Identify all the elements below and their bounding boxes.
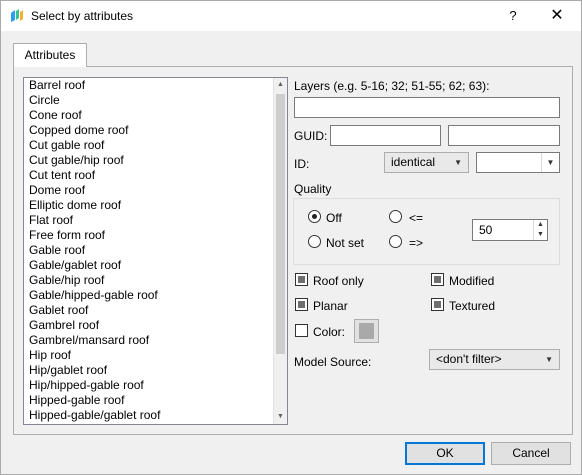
list-item[interactable]: Dome roof xyxy=(24,183,274,198)
layers-input[interactable] xyxy=(294,97,560,118)
radio-not-set[interactable] xyxy=(308,235,321,248)
roof-only-label: Roof only xyxy=(313,274,364,288)
color-swatch xyxy=(359,323,374,339)
list-item[interactable]: Hipped-gable roof xyxy=(24,393,274,408)
quality-value: 50 xyxy=(479,223,493,237)
textured-label: Textured xyxy=(449,299,496,313)
roof-only-checkbox[interactable] xyxy=(295,273,308,286)
chevron-down-icon[interactable]: ▼ xyxy=(541,153,559,172)
list-item[interactable]: Free form roof xyxy=(24,228,274,243)
list-item[interactable]: Gable/gablet roof xyxy=(24,258,274,273)
color-checkbox[interactable] xyxy=(295,324,308,337)
model-source-label: Model Source: xyxy=(294,355,372,369)
list-item[interactable]: Copped dome roof xyxy=(24,123,274,138)
id-value-combo[interactable]: ▼ xyxy=(476,152,560,173)
cancel-button[interactable]: Cancel xyxy=(491,442,571,465)
spin-up-icon[interactable]: ▲ xyxy=(533,220,547,230)
list-item[interactable]: Hip roof xyxy=(24,348,274,363)
list-item[interactable]: Circle xyxy=(24,93,274,108)
id-operator-select[interactable]: identical ▼ xyxy=(384,152,469,173)
id-label: ID: xyxy=(294,157,310,171)
quality-spinbox[interactable]: 50 ▲ ▼ xyxy=(472,219,548,241)
planar-checkbox[interactable] xyxy=(295,298,308,311)
guid-input-1[interactable] xyxy=(330,125,441,146)
list-item[interactable]: Barrel roof xyxy=(24,78,274,93)
spin-down-icon[interactable]: ▼ xyxy=(533,230,547,240)
textured-checkbox[interactable] xyxy=(431,298,444,311)
list-scrollbar[interactable]: ▲ ▼ xyxy=(273,78,287,424)
radio-off-label: Off xyxy=(326,211,342,225)
modified-label: Modified xyxy=(449,274,495,288)
dialog-window: Select by attributes ? ✕ Attributes Barr… xyxy=(0,0,582,475)
tab-attributes[interactable]: Attributes xyxy=(13,43,87,67)
id-operator-value: identical xyxy=(391,155,436,169)
list-item[interactable]: Gambrel/mansard roof xyxy=(24,333,274,348)
radio-not-set-label: Not set xyxy=(326,236,365,250)
chevron-down-icon: ▼ xyxy=(454,158,462,167)
planar-label: Planar xyxy=(313,299,348,313)
window-title: Select by attributes xyxy=(31,9,134,23)
layers-label: Layers (e.g. 5-16; 32; 51-55; 62; 63): xyxy=(294,79,490,93)
list-item[interactable]: Cut gable roof xyxy=(24,138,274,153)
ok-button[interactable]: OK xyxy=(405,442,485,465)
list-item[interactable]: Hipped-gable/gablet roof xyxy=(24,408,274,423)
scroll-up-icon[interactable]: ▲ xyxy=(274,78,287,92)
roof-type-list[interactable]: Barrel roof Circle Cone roof Copped dome ro… xyxy=(23,77,288,425)
close-button[interactable]: ✕ xyxy=(545,5,569,27)
guid-input-2[interactable] xyxy=(448,125,560,146)
radio-gte-label: => xyxy=(409,236,424,250)
radio-lte-label: <= xyxy=(409,211,424,225)
list-item[interactable]: Cut tent roof xyxy=(24,168,274,183)
chevron-down-icon: ▼ xyxy=(545,355,553,364)
list-item[interactable]: Gable/hipped-gable roof xyxy=(24,288,274,303)
quality-label: Quality xyxy=(294,182,332,196)
modified-checkbox[interactable] xyxy=(431,273,444,286)
scroll-thumb[interactable] xyxy=(276,94,285,354)
title-bar: Select by attributes ? ✕ xyxy=(1,1,581,31)
list-item[interactable]: Hip/gablet roof xyxy=(24,363,274,378)
list-item[interactable]: Hip/hipped-gable roof xyxy=(24,378,274,393)
list-item[interactable]: Cone roof xyxy=(24,108,274,123)
scroll-down-icon[interactable]: ▼ xyxy=(274,410,287,424)
list-item[interactable]: Cut gable/hip roof xyxy=(24,153,274,168)
list-item[interactable]: Elliptic dome roof xyxy=(24,198,274,213)
list-item[interactable]: Gambrel roof xyxy=(24,318,274,333)
list-item[interactable]: Gablet roof xyxy=(24,303,274,318)
color-picker-button[interactable] xyxy=(354,319,379,343)
app-logo-icon xyxy=(11,9,23,22)
color-label: Color: xyxy=(313,325,346,339)
model-source-value: <don't filter> xyxy=(436,352,502,366)
list-item[interactable]: Flat roof xyxy=(24,213,274,228)
list-item[interactable]: Gable/hip roof xyxy=(24,273,274,288)
radio-lte[interactable] xyxy=(389,210,402,223)
model-source-select[interactable]: <don't filter> ▼ xyxy=(429,349,560,370)
roof-type-items: Barrel roof Circle Cone roof Copped dome ro… xyxy=(24,78,274,423)
help-button[interactable]: ? xyxy=(501,5,525,27)
radio-gte[interactable] xyxy=(389,235,402,248)
radio-off[interactable] xyxy=(308,210,321,223)
list-item[interactable]: Gable roof xyxy=(24,243,274,258)
guid-label: GUID: xyxy=(294,129,328,143)
